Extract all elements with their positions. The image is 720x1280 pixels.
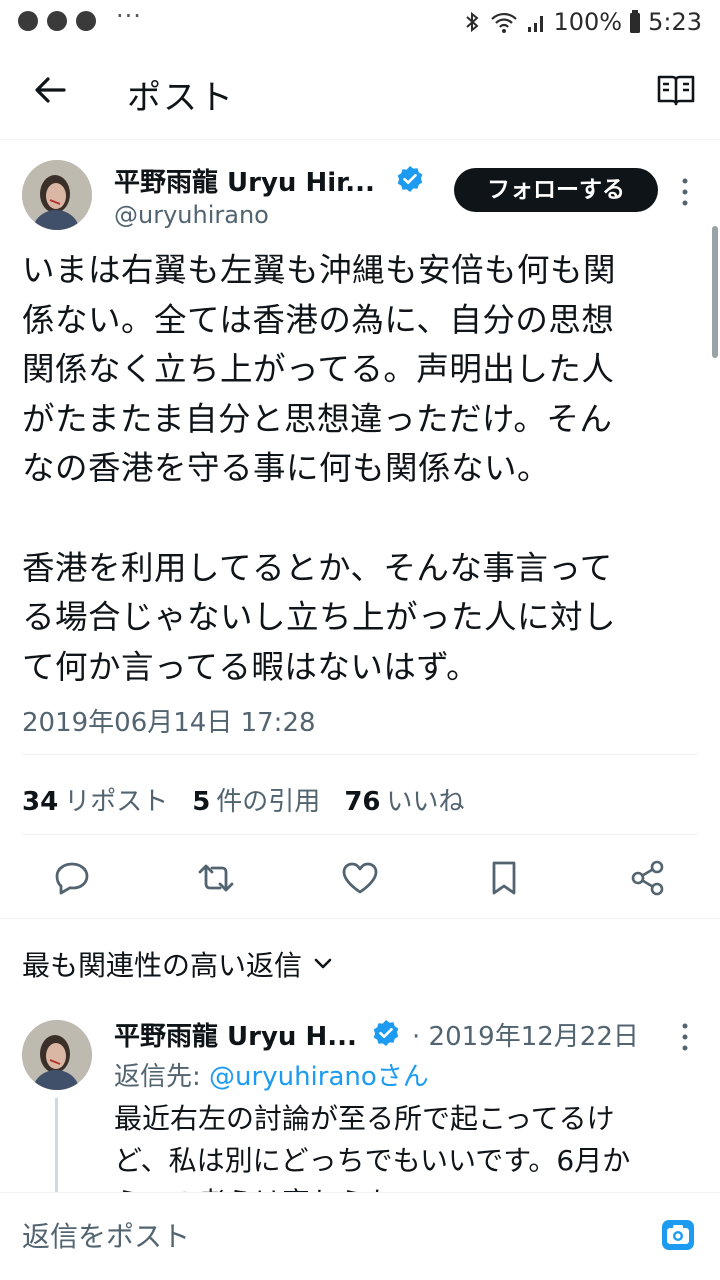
more-notifications-icon: ··· — [116, 2, 142, 30]
reply-date[interactable]: · 2019年12月22日 — [412, 1016, 639, 1053]
status-right: 100% 5:23 — [461, 8, 702, 36]
signal-icon — [528, 16, 544, 32]
reposts-count: 34 — [22, 787, 59, 817]
quotes-label: 件の引用 — [216, 787, 321, 817]
battery-icon — [630, 10, 641, 33]
page-title: ポスト — [127, 78, 235, 118]
camera-icon[interactable] — [660, 1217, 696, 1253]
quotes-count: 5 — [192, 787, 211, 817]
likes-count: 76 — [344, 787, 381, 817]
scrollbar[interactable] — [712, 226, 718, 358]
divider — [22, 754, 698, 755]
post-text: いまは右翼も左翼も沖縄も安倍も何も関 係ない。全ては香港の為に、自分の思想 関係… — [22, 251, 617, 686]
avatar-image — [22, 1020, 92, 1090]
reply-text: 最近右左の討論が至る所で起こってるけ ど、私は別にどっちでもいいです。6月か ら… — [114, 1102, 631, 1192]
reposts-stat[interactable]: 34 リポスト — [22, 781, 168, 818]
bluetooth-icon — [466, 11, 480, 33]
bookmark-icon[interactable] — [484, 858, 524, 898]
share-icon[interactable] — [628, 858, 668, 898]
notification-icons — [18, 11, 96, 31]
likes-label: いいね — [386, 787, 465, 817]
divider — [0, 918, 720, 919]
navigation-bar — [0, 1268, 720, 1280]
reposts-label: リポスト — [64, 787, 169, 817]
thread-line — [55, 1098, 58, 1198]
avatar-image — [22, 160, 92, 230]
notification-dot-icon — [18, 11, 38, 31]
reply-to-mention[interactable]: @uryuhiranoさん — [209, 1062, 429, 1092]
divider — [22, 834, 698, 835]
follow-button[interactable]: フォローする — [454, 168, 658, 212]
verified-badge-icon — [397, 166, 423, 192]
status-bar: ··· 100% 5:23 — [0, 0, 720, 46]
likes-stat[interactable]: 76 いいね — [344, 781, 464, 818]
back-arrow-icon[interactable] — [30, 70, 70, 110]
clock: 5:23 — [648, 8, 702, 36]
post-timestamp[interactable]: 2019年06月14日 17:28 — [22, 702, 316, 739]
notification-dot-icon — [76, 11, 96, 31]
wifi-icon — [491, 12, 518, 33]
reply-author-avatar[interactable] — [22, 1020, 92, 1090]
post-stats: 34 リポスト 5 件の引用 76 いいね — [22, 781, 465, 818]
chevron-down-icon — [314, 958, 332, 969]
notification-dot-icon — [47, 11, 67, 31]
author-name[interactable]: 平野雨龍 Uryu Hir... — [114, 162, 375, 199]
reader-mode-icon[interactable] — [656, 72, 696, 108]
battery-percent: 100% — [553, 8, 623, 36]
reply-more-options-icon[interactable] — [680, 1022, 690, 1052]
reply-sort-label: 最も関連性の高い返信 — [22, 949, 303, 982]
reply-author-name[interactable]: 平野雨龍 Uryu H... — [114, 1016, 357, 1053]
top-app-bar: ポスト — [0, 46, 720, 140]
author-handle[interactable]: @uryuhirano — [114, 201, 269, 229]
reply-icon[interactable] — [52, 858, 92, 898]
reply-to-line: 返信先: @uryuhiranoさん — [114, 1056, 429, 1093]
reply-to-prefix: 返信先: — [114, 1062, 210, 1092]
repost-icon[interactable] — [196, 858, 236, 898]
verified-badge-icon — [373, 1020, 399, 1046]
more-options-icon[interactable] — [680, 177, 690, 207]
reply-input[interactable]: 返信をポスト — [22, 1215, 190, 1255]
reply-sort-dropdown[interactable]: 最も関連性の高い返信 — [22, 944, 332, 984]
author-avatar[interactable] — [22, 160, 92, 230]
quotes-stat[interactable]: 5 件の引用 — [192, 781, 320, 818]
like-icon[interactable] — [340, 858, 380, 898]
reply-compose-bar: 返信をポスト — [0, 1192, 720, 1280]
